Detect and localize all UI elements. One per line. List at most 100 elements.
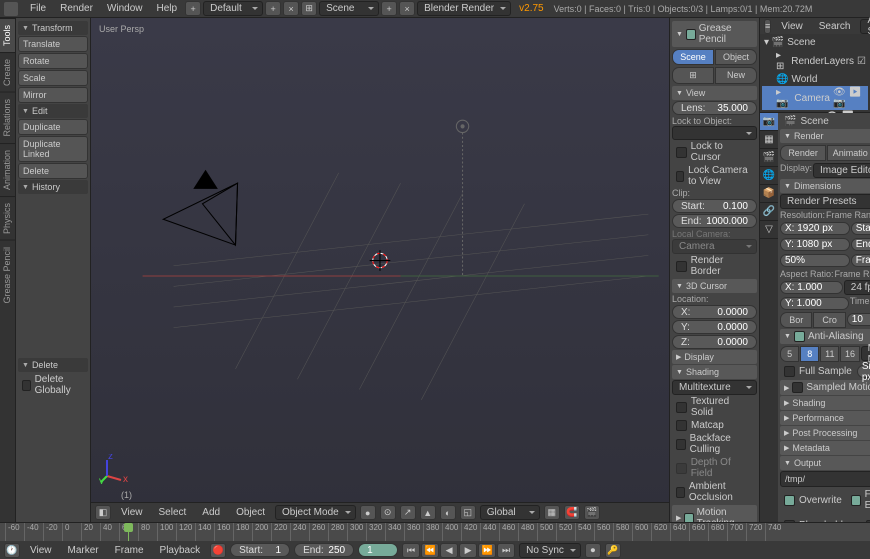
motion-header[interactable]: Motion Tracking — [672, 505, 757, 522]
post-panel[interactable]: Post Processing — [780, 426, 870, 440]
menu-window[interactable]: Window — [101, 1, 149, 16]
overwrite-chk[interactable] — [784, 495, 795, 506]
play-icon[interactable]: ▶ — [459, 543, 477, 558]
matcap-chk[interactable] — [676, 420, 687, 431]
scene-dropdown[interactable]: Scene — [319, 1, 379, 16]
menu-file[interactable]: File — [24, 1, 52, 16]
aa-8[interactable]: 8 — [800, 346, 819, 362]
edit-header[interactable]: Edit — [18, 104, 88, 118]
ptab-render[interactable]: 📷 — [760, 113, 778, 131]
lock-cam-chk[interactable] — [676, 171, 684, 182]
aa-16[interactable]: 16 — [840, 346, 859, 362]
fps-dd[interactable]: 24 fps — [844, 280, 870, 295]
ptab-object[interactable]: 📦 — [760, 185, 778, 203]
manip-rotate-icon[interactable]: ◐ — [440, 505, 456, 520]
pivot-icon[interactable]: ⊙ — [380, 505, 396, 520]
clip-start[interactable]: Start:0.100 — [672, 199, 757, 213]
auto-keyframe-icon[interactable]: 🔴 — [210, 543, 226, 558]
scene-browse[interactable]: ⊞ — [301, 1, 317, 16]
motion-chk[interactable] — [684, 513, 693, 523]
placeholder-chk[interactable] — [784, 520, 795, 523]
ptab-world[interactable]: 🌐 — [760, 167, 778, 185]
tree-renderlayers[interactable]: ▸ ⊞RenderLayers☑ — [762, 49, 868, 73]
layout-add[interactable]: + — [265, 1, 281, 16]
remap-old[interactable]: 10 — [847, 313, 870, 326]
scene-crumb[interactable]: Scene — [800, 116, 828, 127]
vp-object-menu[interactable]: Object — [230, 505, 271, 520]
gp-check[interactable] — [686, 29, 696, 40]
3d-viewport[interactable]: User Persp — [91, 18, 670, 522]
anim-btn[interactable]: Animatio — [827, 145, 870, 161]
translate-btn[interactable]: Translate — [18, 36, 88, 52]
cursor-x[interactable]: X:0.0000 — [672, 305, 757, 319]
render-preview-icon[interactable]: 🎬 — [584, 505, 600, 520]
jump-end-icon[interactable]: ⏭ — [497, 543, 515, 558]
timeline-type-icon[interactable]: 🕐 — [4, 543, 20, 558]
backface-chk[interactable] — [676, 439, 686, 450]
tab-tools[interactable]: Tools — [0, 18, 15, 52]
transform-header[interactable]: Transform — [18, 21, 88, 35]
ao-chk[interactable] — [676, 487, 685, 498]
res-x[interactable]: X: 1920 px — [780, 222, 850, 235]
ptab-constraints[interactable]: 🔗 — [760, 203, 778, 221]
res-y[interactable]: Y: 1080 px — [780, 238, 850, 251]
tab-physics[interactable]: Physics — [0, 196, 15, 240]
scene-del[interactable]: × — [399, 1, 415, 16]
tl-view[interactable]: View — [24, 543, 58, 558]
tl-current[interactable]: 1 — [358, 543, 398, 557]
key-icon[interactable]: 🔑 — [605, 543, 621, 558]
delete-globally-check[interactable] — [22, 380, 31, 391]
gp-object-btn[interactable]: Object — [715, 49, 757, 65]
render-btn[interactable]: Render — [780, 145, 826, 161]
aa-filter[interactable]: Mitchell-Netr... — [861, 346, 870, 361]
aa-size[interactable]: Siz: 1.000 px — [857, 365, 870, 378]
history-header[interactable]: History — [18, 180, 88, 194]
grease-pencil-header[interactable]: Grease Pencil — [672, 21, 757, 47]
tl-frame[interactable]: Frame — [109, 543, 150, 558]
orientation-dropdown[interactable]: Global — [480, 505, 540, 520]
layout-del[interactable]: × — [283, 1, 299, 16]
output-path[interactable]: /tmp/ — [780, 471, 870, 487]
mirror-btn[interactable]: Mirror — [18, 87, 88, 103]
ptab-layers[interactable]: ▦ — [760, 131, 778, 149]
tl-start[interactable]: Start:1 — [230, 543, 290, 557]
render-border-chk[interactable] — [676, 261, 687, 272]
menu-render[interactable]: Render — [54, 1, 99, 16]
tl-end[interactable]: End:250 — [294, 543, 354, 557]
shading-header[interactable]: Shading — [672, 365, 757, 379]
tab-create[interactable]: Create — [0, 52, 15, 92]
jump-start-icon[interactable]: ⏮ — [402, 543, 420, 558]
scale-btn[interactable]: Scale — [18, 70, 88, 86]
gp-new[interactable]: New — [715, 67, 757, 84]
tree-scene[interactable]: ▾ 🎬Scene — [762, 36, 868, 49]
aa-panel[interactable]: Anti-Aliasing — [780, 329, 870, 344]
dup-linked-btn[interactable]: Duplicate Linked — [18, 136, 88, 162]
aa-11[interactable]: 11 — [820, 346, 839, 362]
tl-playback[interactable]: Playback — [154, 543, 207, 558]
vp-view-menu[interactable]: View — [115, 505, 149, 520]
full-sample-chk[interactable] — [784, 366, 795, 377]
ptab-scene[interactable]: 🎬 — [760, 149, 778, 167]
manipulator-icon[interactable]: ↗ — [400, 505, 416, 520]
outliner-type-icon[interactable]: ≡ — [764, 19, 771, 34]
lock-cursor-chk[interactable] — [676, 147, 687, 158]
smb-chk[interactable] — [792, 382, 803, 393]
prev-key-icon[interactable]: ⏪ — [421, 543, 439, 558]
view-header[interactable]: View — [672, 86, 757, 100]
render-presets[interactable]: Render Presets — [780, 194, 870, 209]
timeline-cursor[interactable] — [128, 523, 129, 541]
cursor-header[interactable]: 3D Cursor — [672, 279, 757, 293]
delete-panel-header[interactable]: Delete — [18, 358, 88, 372]
aspect-y[interactable]: Y: 1.000 — [780, 297, 849, 310]
engine-dropdown[interactable]: Blender Render — [417, 1, 511, 16]
vp-add-menu[interactable]: Add — [196, 505, 226, 520]
crop-chk[interactable]: Cro — [813, 312, 845, 328]
output-panel[interactable]: Output — [780, 456, 870, 470]
scene-add[interactable]: + — [381, 1, 397, 16]
editor-type-icon[interactable]: ◧ — [95, 505, 111, 520]
timeline-ruler[interactable]: -60-40-200204060801001201401601802002202… — [0, 523, 870, 541]
manip-translate-icon[interactable]: ▲ — [420, 505, 436, 520]
cache-chk[interactable] — [866, 520, 870, 523]
lens-field[interactable]: Lens:35.000 — [672, 101, 757, 115]
mode-dropdown[interactable]: Object Mode — [275, 505, 356, 520]
